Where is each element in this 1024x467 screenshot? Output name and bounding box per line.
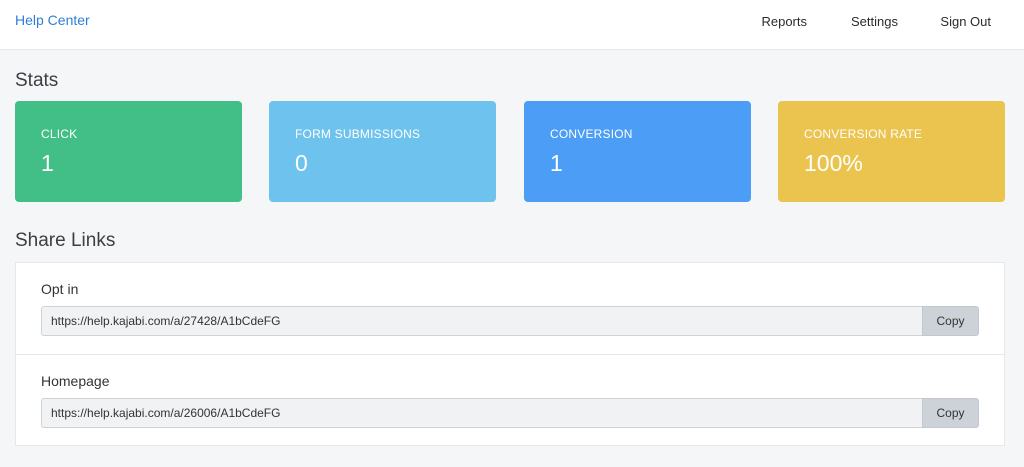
nav-sign-out[interactable]: Sign Out [940,14,991,29]
stat-label: CONVERSION [550,127,633,141]
stat-card-conversion-rate: CONVERSION RATE 100% [778,101,1005,202]
brand-link[interactable]: Help Center [15,12,90,28]
copy-button[interactable]: Copy [922,398,979,428]
share-link-url-input[interactable] [41,306,923,336]
share-link-label: Homepage [41,373,110,389]
stat-value: 1 [550,150,563,176]
stat-value: 100% [804,150,863,176]
share-link-homepage: Homepage Copy [16,355,1004,447]
stat-card-conversion: CONVERSION 1 [524,101,751,202]
share-link-url-input[interactable] [41,398,923,428]
stat-value: 0 [295,150,308,176]
share-link-label: Opt in [41,281,79,297]
stat-label: FORM SUBMISSIONS [295,127,421,141]
nav-reports[interactable]: Reports [761,14,807,29]
stats-heading: Stats [15,70,59,91]
nav-settings[interactable]: Settings [851,14,898,29]
stat-label: CONVERSION RATE [804,127,923,141]
top-navbar: Help Center Reports Settings Sign Out [0,0,1024,50]
stat-card-click: CLICK 1 [15,101,242,202]
stat-label: CLICK [41,127,78,141]
stat-value: 1 [41,150,54,176]
stat-card-form-submissions: FORM SUBMISSIONS 0 [269,101,496,202]
share-links-panel: Opt in Copy Homepage Copy [15,262,1005,446]
share-links-heading: Share Links [15,230,116,251]
copy-button[interactable]: Copy [922,306,979,336]
share-link-opt-in: Opt in Copy [16,263,1004,355]
